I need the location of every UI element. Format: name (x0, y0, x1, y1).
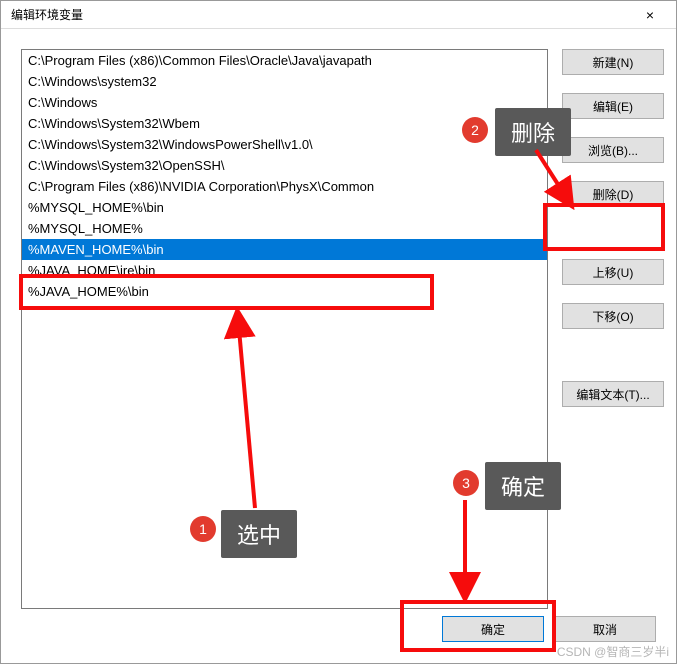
path-list-item[interactable]: %MYSQL_HOME%\bin (22, 197, 547, 218)
close-button[interactable]: × (630, 2, 670, 28)
edit-button[interactable]: 编辑(E) (562, 93, 664, 119)
browse-button[interactable]: 浏览(B)... (562, 137, 664, 163)
path-list-item[interactable]: %MAVEN_HOME%\bin (22, 239, 547, 260)
path-list-item[interactable]: %JAVA_HOME\jre\bin (22, 260, 547, 281)
move-down-button[interactable]: 下移(O) (562, 303, 664, 329)
window-title: 编辑环境变量 (11, 6, 630, 23)
new-button[interactable]: 新建(N) (562, 49, 664, 75)
list-area: C:\Program Files (x86)\Common Files\Orac… (21, 49, 548, 609)
path-list-item[interactable]: C:\Windows\System32\OpenSSH\ (22, 155, 547, 176)
path-list-item[interactable]: C:\Program Files (x86)\NVIDIA Corporatio… (22, 176, 547, 197)
path-list-item[interactable]: C:\Program Files (x86)\Common Files\Orac… (22, 50, 547, 71)
path-list-item[interactable]: C:\Windows\system32 (22, 71, 547, 92)
ok-button[interactable]: 确定 (442, 616, 544, 642)
path-list-item[interactable]: C:\Windows (22, 92, 547, 113)
path-list-item[interactable]: C:\Windows\System32\Wbem (22, 113, 547, 134)
close-icon: × (646, 7, 654, 23)
path-list-item[interactable]: C:\Windows\System32\WindowsPowerShell\v1… (22, 134, 547, 155)
path-list-item[interactable]: %JAVA_HOME%\bin (22, 281, 547, 302)
edit-text-button[interactable]: 编辑文本(T)... (562, 381, 664, 407)
path-listbox[interactable]: C:\Program Files (x86)\Common Files\Orac… (21, 49, 548, 609)
dialog-content: C:\Program Files (x86)\Common Files\Orac… (1, 29, 676, 609)
cancel-button[interactable]: 取消 (554, 616, 656, 642)
titlebar: 编辑环境变量 × (1, 1, 676, 29)
side-buttons: 新建(N) 编辑(E) 浏览(B)... 删除(D) 上移(U) 下移(O) 编… (562, 49, 664, 609)
delete-button[interactable]: 删除(D) (562, 181, 664, 207)
dialog-footer: 确定 取消 (1, 609, 676, 663)
dialog-window: 编辑环境变量 × C:\Program Files (x86)\Common F… (0, 0, 677, 664)
path-list-item[interactable]: %MYSQL_HOME% (22, 218, 547, 239)
move-up-button[interactable]: 上移(U) (562, 259, 664, 285)
